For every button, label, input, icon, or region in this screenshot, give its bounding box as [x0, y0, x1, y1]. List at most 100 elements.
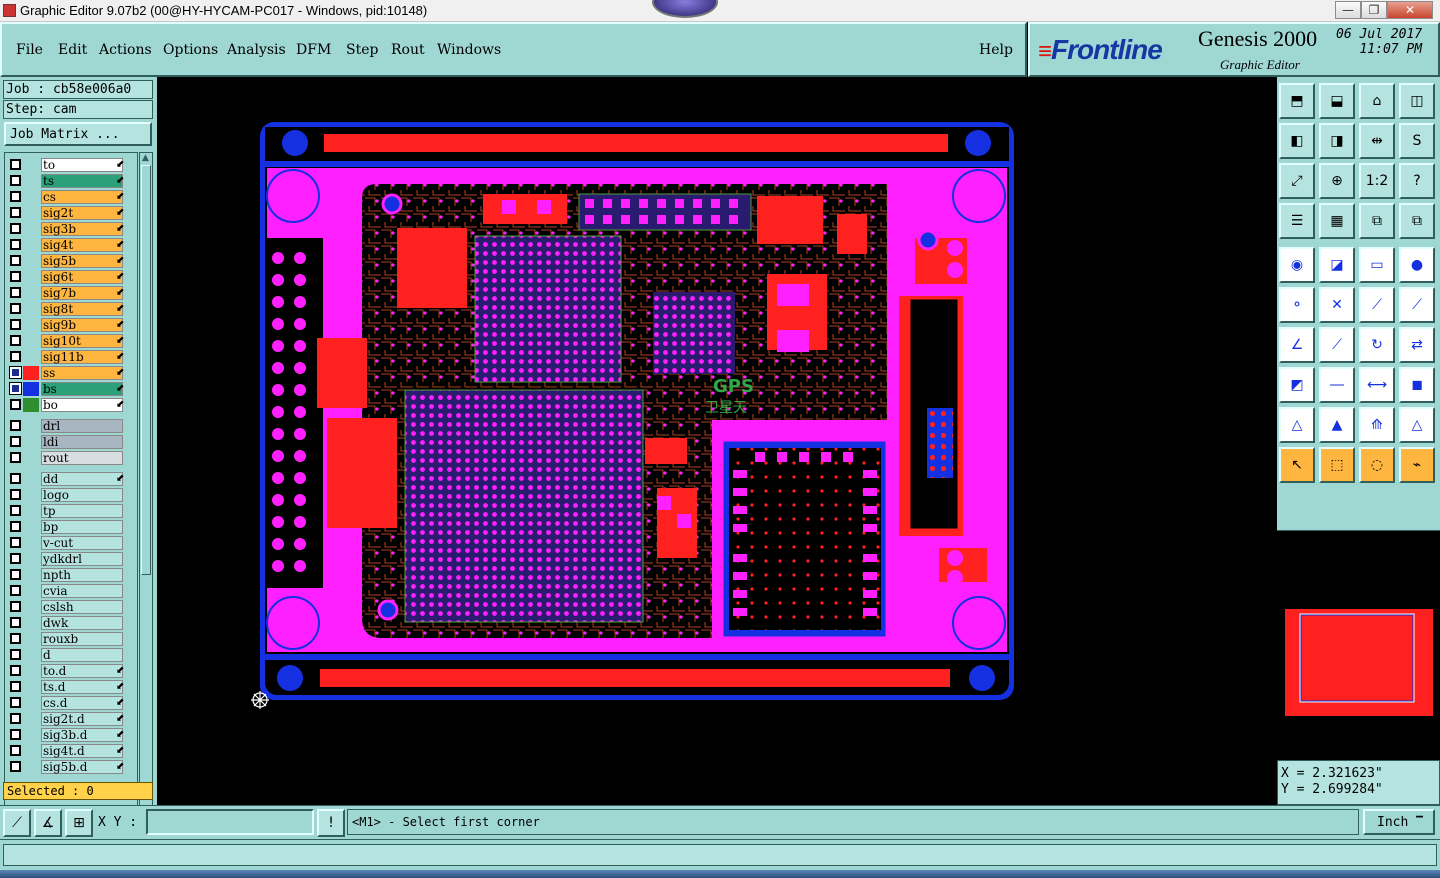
layer-checkbox[interactable] [10, 649, 21, 660]
layer-row-sig11b[interactable]: sig11b ⬋ [5, 349, 137, 365]
layer-row-ss[interactable]: ss ⬋ [5, 365, 137, 381]
layer-row-sig2t.d[interactable]: sig2t.d ⬋ [5, 711, 137, 727]
layer-checkbox[interactable] [10, 729, 21, 740]
layer-row-cslsh[interactable]: cslsh [5, 599, 137, 615]
layer-row-sig10t[interactable]: sig10t ⬋ [5, 333, 137, 349]
zoom-page-icon[interactable]: ⇹ [1359, 123, 1395, 159]
layer-affected-icon[interactable]: ⬋ [116, 761, 124, 772]
mirror-icon[interactable]: ⇄ [1399, 327, 1435, 363]
layer-name[interactable]: v-cut [41, 536, 123, 550]
layer-name[interactable]: sig6t [41, 270, 123, 284]
layer-affected-icon[interactable]: ⬋ [116, 713, 124, 724]
layer-row-to[interactable]: to ⬋ [5, 157, 137, 173]
pan-left-icon[interactable]: ◧ [1279, 123, 1315, 159]
layer-checkbox[interactable] [10, 473, 21, 484]
layer-name[interactable]: bo [41, 398, 123, 412]
arc-icon[interactable]: ↻ [1359, 327, 1395, 363]
layer-checkbox[interactable] [10, 303, 21, 314]
menu-rout[interactable]: Rout [391, 42, 425, 58]
filter-red2-icon[interactable]: ⧉ [1399, 203, 1435, 239]
layer-checkbox[interactable] [10, 223, 21, 234]
select-box-icon[interactable]: ⬚ [1319, 447, 1355, 483]
layer-row-ts[interactable]: ts ⬋ [5, 173, 137, 189]
layer-affected-icon[interactable]: ⬋ [116, 351, 124, 362]
layer-row-sig5b.d[interactable]: sig5b.d ⬋ [5, 759, 137, 775]
layer-row-drl[interactable]: drl [5, 418, 137, 434]
layer-checkbox[interactable] [10, 601, 21, 612]
overview-map-view[interactable] [1277, 531, 1440, 761]
line2-icon[interactable]: ⟋ [1399, 287, 1435, 323]
menu-dfm[interactable]: DFM [296, 42, 331, 58]
menu-options[interactable]: Options [163, 42, 218, 58]
layer-row-npth[interactable]: npth [5, 567, 137, 583]
layer-checkbox[interactable] [9, 366, 22, 379]
layer-checkbox[interactable] [10, 713, 21, 724]
layer-checkbox[interactable] [10, 452, 21, 463]
layer-checkbox[interactable] [10, 175, 21, 186]
menu-analysis[interactable]: Analysis [227, 42, 286, 58]
layer-checkbox[interactable] [10, 207, 21, 218]
layer-affected-icon[interactable]: ⬋ [116, 335, 124, 346]
filter-red-icon[interactable]: ⧉ [1359, 203, 1395, 239]
layer-affected-icon[interactable]: ⬋ [116, 271, 124, 282]
layer-checkbox[interactable] [10, 335, 21, 346]
layer-affected-icon[interactable]: ⬋ [116, 745, 124, 756]
layer-row-ydkdrl[interactable]: ydkdrl [5, 551, 137, 567]
layer-row-sig4t[interactable]: sig4t ⬋ [5, 237, 137, 253]
layer-row-sig5b[interactable]: sig5b ⬋ [5, 253, 137, 269]
layer-name[interactable]: ts [41, 174, 123, 188]
menu-edit[interactable]: Edit [58, 42, 87, 58]
layer-row-cs.d[interactable]: cs.d ⬋ [5, 695, 137, 711]
rect-icon[interactable]: ◩ [1279, 367, 1315, 403]
grid-tool-icon[interactable]: ▦ [1319, 203, 1355, 239]
layer-name[interactable]: rouxb [41, 632, 123, 646]
layer-name[interactable]: sig3b [41, 222, 123, 236]
minimize-button[interactable]: — [1335, 1, 1361, 19]
menu-file[interactable]: File [16, 42, 43, 58]
layer-checkbox[interactable] [10, 319, 21, 330]
layer-checkbox[interactable] [10, 255, 21, 266]
layer-name[interactable]: sig5b.d [41, 760, 123, 774]
overview-map[interactable] [1277, 530, 1440, 760]
layer-name[interactable]: cslsh [41, 600, 123, 614]
layer-name[interactable]: sig2t.d [41, 712, 123, 726]
layer-row-dd[interactable]: dd ⬋ [5, 471, 137, 487]
layer-row-sig8t[interactable]: sig8t ⬋ [5, 301, 137, 317]
layer-checkbox[interactable] [10, 665, 21, 676]
layer-row-cs[interactable]: cs ⬋ [5, 189, 137, 205]
layer-row-bs[interactable]: bs ⬋ [5, 381, 137, 397]
layer-affected-icon[interactable]: ⬋ [116, 383, 124, 394]
layer-name[interactable]: sig10t [41, 334, 123, 348]
layer-checkbox[interactable] [10, 351, 21, 362]
window-split-icon[interactable]: ◫ [1399, 83, 1435, 119]
layer-name[interactable]: sig2t [41, 206, 123, 220]
home-bottom-icon[interactable]: ⬓ [1319, 83, 1355, 119]
tri4-icon[interactable]: △ [1399, 407, 1435, 443]
tri1-icon[interactable]: △ [1279, 407, 1315, 443]
layer-affected-icon[interactable]: ⬋ [116, 303, 124, 314]
layer-checkbox[interactable] [10, 585, 21, 596]
scroll-thumb[interactable] [141, 165, 151, 575]
layer-checkbox[interactable] [10, 287, 21, 298]
select-circle-icon[interactable]: ◌ [1359, 447, 1395, 483]
layer-checkbox[interactable] [10, 553, 21, 564]
layer-name[interactable]: dd [41, 472, 123, 486]
layer-checkbox[interactable] [10, 569, 21, 580]
layer-affected-icon[interactable]: ⬋ [116, 191, 124, 202]
layer-scrollbar[interactable]: ▲ ▼ [139, 152, 153, 853]
layer-row-d[interactable]: d [5, 647, 137, 663]
layer-affected-icon[interactable]: ⬋ [116, 239, 124, 250]
select-arrow-icon[interactable]: ↖ [1279, 447, 1315, 483]
layer-checkbox[interactable] [10, 489, 21, 500]
menu-help[interactable]: Help [979, 42, 1013, 58]
layer-name[interactable]: cvia [41, 584, 123, 598]
clip-icon[interactable]: ◪ [1319, 247, 1355, 283]
close-button[interactable]: ✕ [1387, 1, 1433, 19]
layer-row-ts.d[interactable]: ts.d ⬋ [5, 679, 137, 695]
layer-affected-icon[interactable]: ⬋ [116, 159, 124, 170]
layer-row-ldi[interactable]: ldi [5, 434, 137, 450]
layer-name[interactable]: cs.d [41, 696, 123, 710]
layer-row-bp[interactable]: bp [5, 519, 137, 535]
layer-name[interactable]: sig7b [41, 286, 123, 300]
layer-checkbox[interactable] [10, 159, 21, 170]
